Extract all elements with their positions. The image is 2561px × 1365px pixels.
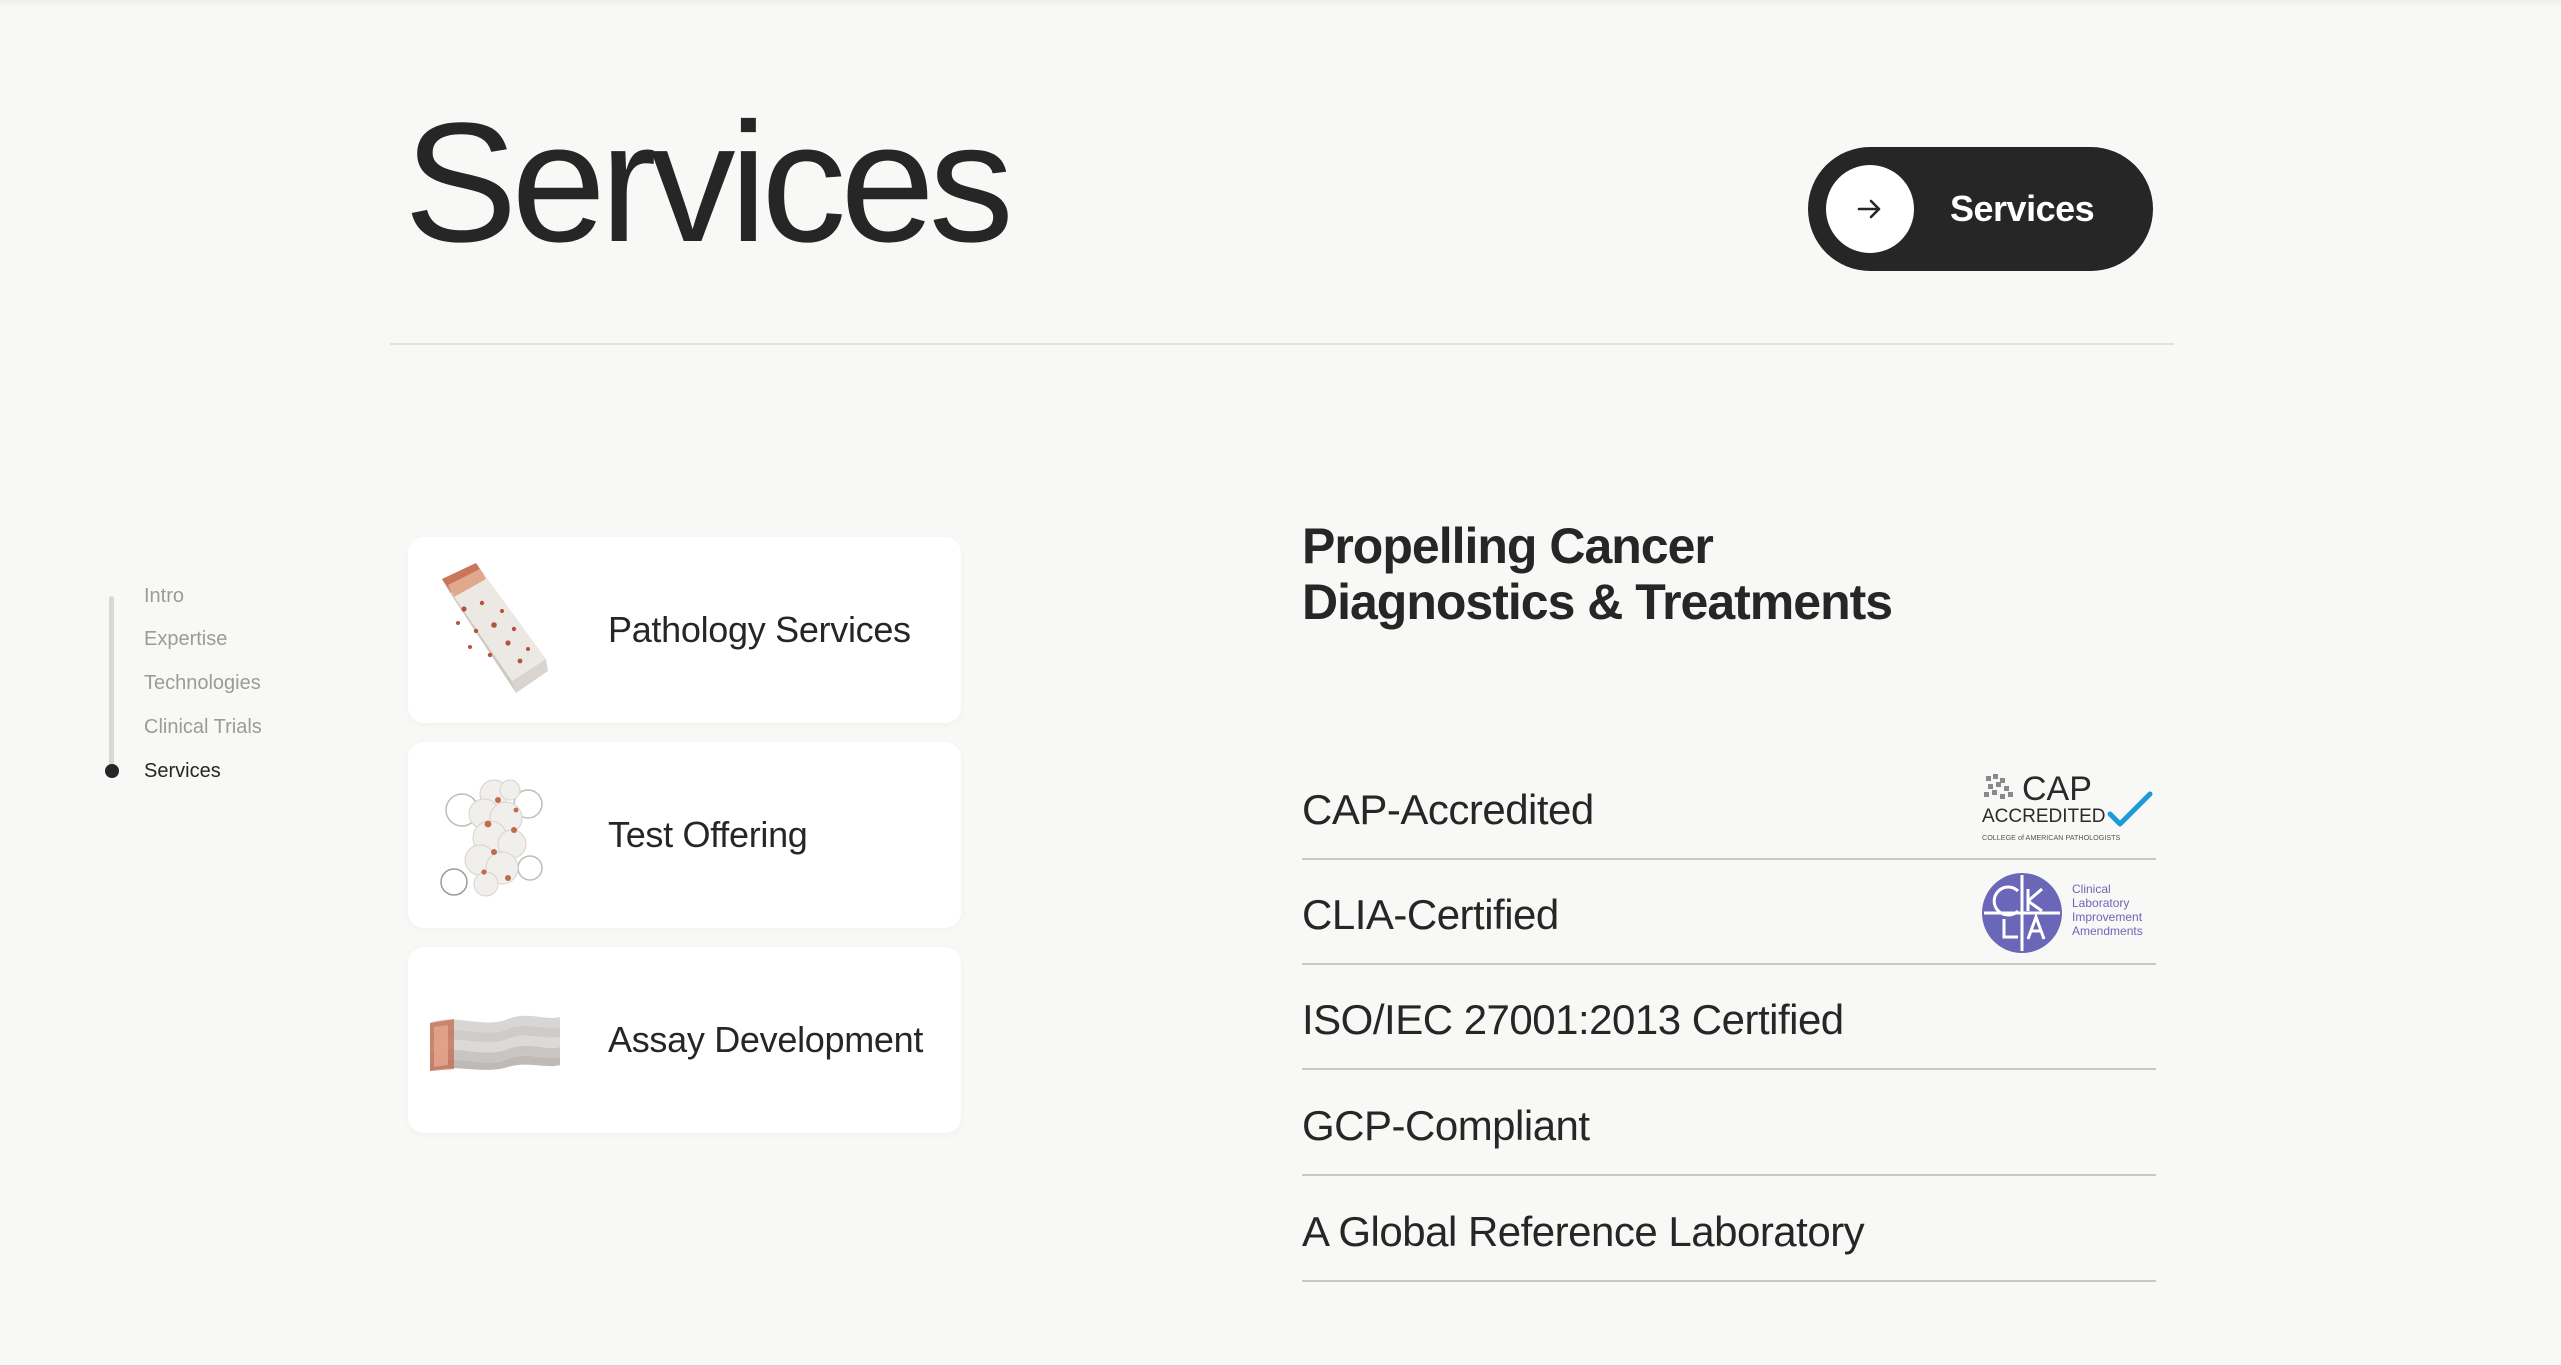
cert-label: CAP-Accredited xyxy=(1302,786,1594,833)
card-label: Pathology Services xyxy=(608,609,911,650)
side-nav-active-indicator xyxy=(105,764,119,778)
section-divider xyxy=(390,343,2174,345)
side-nav-item-services[interactable]: Services xyxy=(144,761,221,781)
side-nav-item-expertise[interactable]: Expertise xyxy=(144,629,227,649)
arrow-right-icon xyxy=(1826,165,1914,253)
svg-text:Laboratory: Laboratory xyxy=(2072,896,2129,910)
cert-label: CLIA-Certified xyxy=(1302,891,1559,938)
headline-line-2: Diagnostics & Treatments xyxy=(1302,574,1893,630)
svg-text:Amendments: Amendments xyxy=(2072,924,2143,938)
section-headline: Propelling Cancer Diagnostics & Treatmen… xyxy=(1302,518,2002,630)
svg-text:CAP: CAP xyxy=(2022,770,2092,808)
cap-accredited-logo: CAP ACCREDITED COLLEGE of AMERICAN PATHO… xyxy=(1980,770,2156,846)
card-assay-development[interactable]: Assay Development xyxy=(408,947,961,1133)
svg-text:ACCREDITED: ACCREDITED xyxy=(1982,806,2106,827)
cert-label: GCP-Compliant xyxy=(1302,1102,1590,1149)
svg-text:COLLEGE of AMERICAN PATHOLOGIS: COLLEGE of AMERICAN PATHOLOGISTS xyxy=(1982,833,2121,842)
side-nav-item-clinical-trials[interactable]: Clinical Trials xyxy=(144,717,262,737)
side-nav-track xyxy=(109,596,114,770)
cert-label: ISO/IEC 27001:2013 Certified xyxy=(1302,996,1844,1043)
side-nav-item-technologies[interactable]: Technologies xyxy=(144,673,261,693)
services-button[interactable]: Services xyxy=(1808,147,2153,271)
services-button-label: Services xyxy=(1950,188,2095,229)
test-cell-cluster-image xyxy=(424,764,564,906)
card-pathology-services[interactable]: Pathology Services xyxy=(408,537,961,723)
clia-logo: Clinical Laboratory Improvement Amendmen… xyxy=(1980,871,2156,955)
card-test-offering[interactable]: Test Offering xyxy=(408,742,961,928)
assay-slides-stack-image xyxy=(424,969,564,1111)
cert-row-gcp: GCP-Compliant xyxy=(1302,1070,2156,1176)
cert-row-global-reference: A Global Reference Laboratory xyxy=(1302,1176,2156,1282)
card-label: Test Offering xyxy=(608,814,808,855)
cert-row-cap: CAP-Accredited CAP ACCREDITED COLLEGE of… xyxy=(1302,754,2156,860)
svg-text:Clinical: Clinical xyxy=(2072,882,2111,896)
side-nav-item-intro[interactable]: Intro xyxy=(144,586,184,606)
cert-row-iso: ISO/IEC 27001:2013 Certified xyxy=(1302,964,2156,1070)
headline-line-1: Propelling Cancer xyxy=(1302,518,1714,574)
top-shade xyxy=(0,0,2561,6)
pathology-tissue-block-image xyxy=(424,559,564,701)
cert-label: A Global Reference Laboratory xyxy=(1302,1208,1865,1255)
page-title: Services xyxy=(404,88,1014,278)
svg-text:Improvement: Improvement xyxy=(2072,910,2143,924)
card-label: Assay Development xyxy=(608,1019,924,1060)
cert-row-clia: CLIA-Certified Clinical Laboratory Impro… xyxy=(1302,859,2156,965)
